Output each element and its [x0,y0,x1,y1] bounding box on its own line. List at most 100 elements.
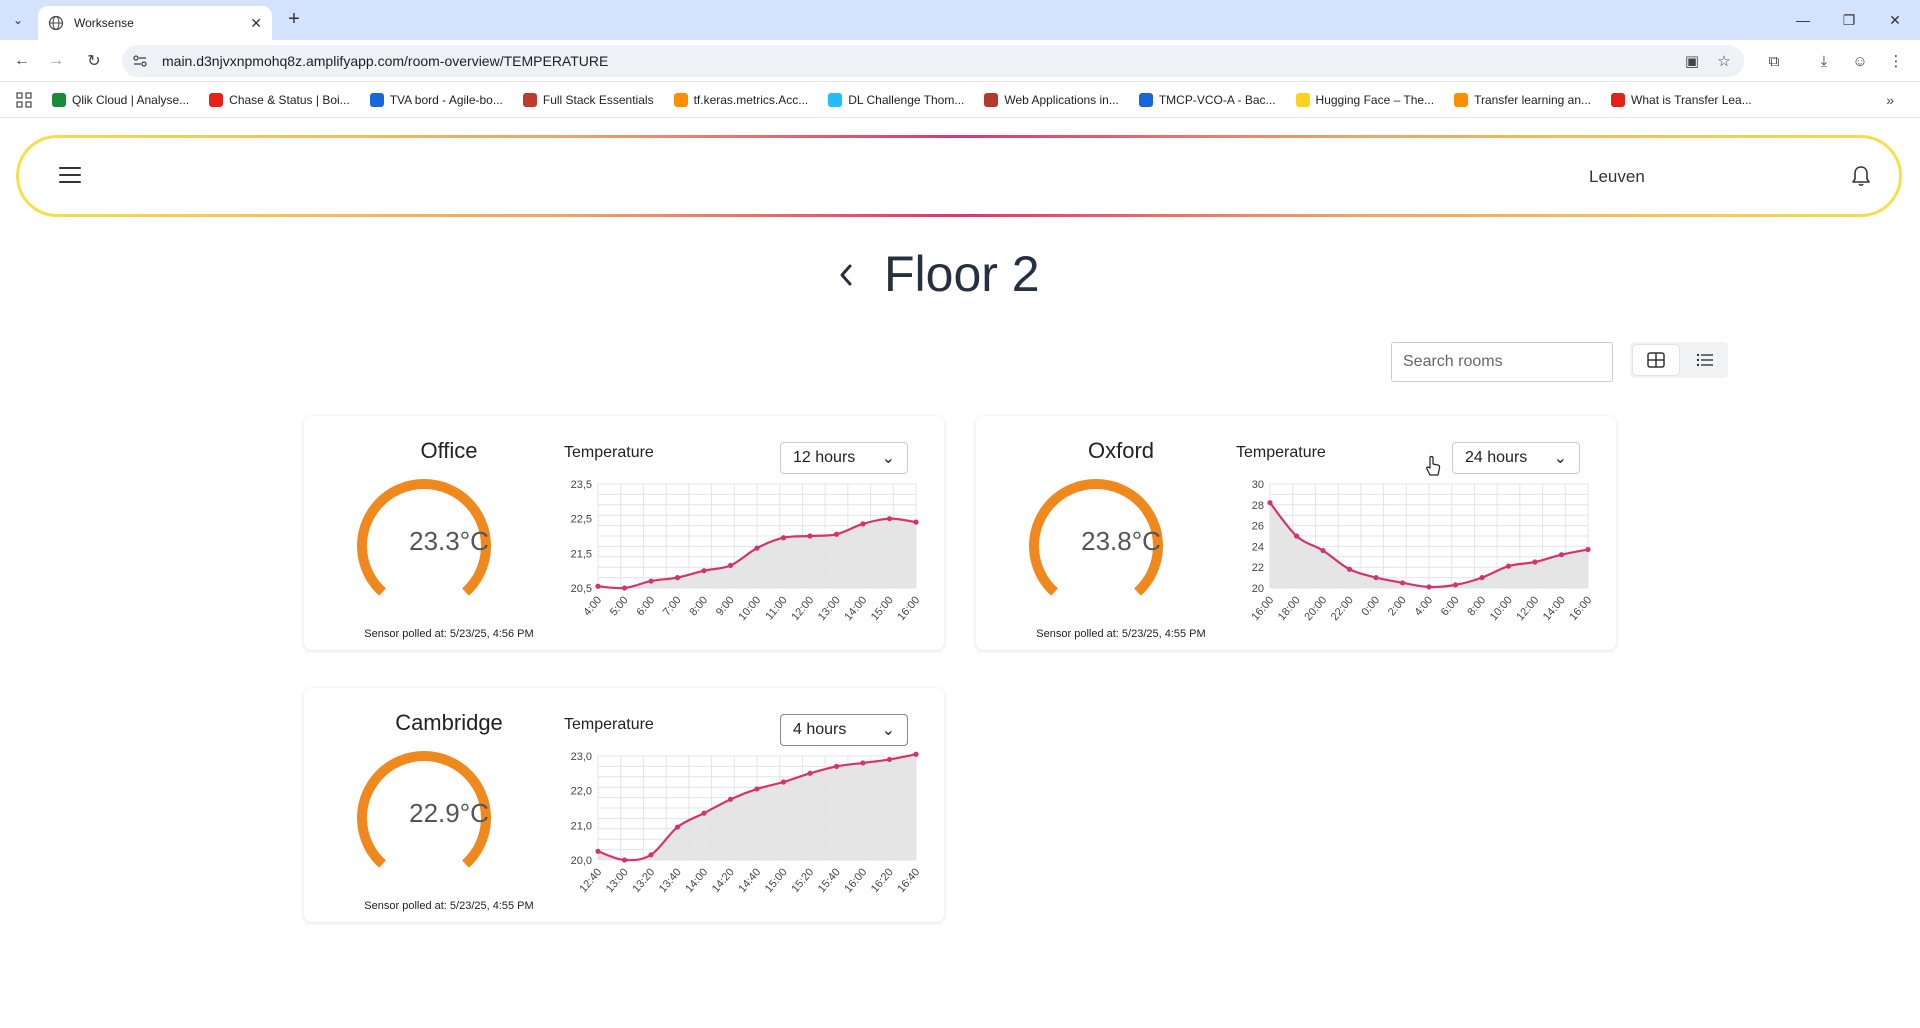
x-tick-label: 2:00 [1386,594,1409,618]
chart-label: Temperature [564,716,654,733]
data-point [886,756,893,763]
x-tick-label: 13:00 [816,594,843,623]
x-tick-label: 14:00 [683,866,710,895]
new-tab-button[interactable]: + [282,8,306,32]
data-point [674,575,681,581]
reload-icon[interactable]: ↻ [82,49,106,73]
time-range-select[interactable]: 4 hours ⌄ [780,714,908,746]
room-card-oxford[interactable]: Oxford 23.8°C Sensor polled at: 5/23/25,… [976,416,1616,650]
room-card-office[interactable]: Office 23.3°C Sensor polled at: 5/23/25,… [304,416,944,650]
room-name: Office [420,438,478,463]
bookmark-star-icon[interactable]: ☆ [1712,49,1736,73]
address-bar[interactable]: main.d3njvxnpmohq8z.amplifyapp.com/room-… [122,45,1744,77]
data-point [621,857,628,863]
back-chevron-icon[interactable] [834,258,858,292]
app-header: Leuven [16,135,1902,217]
browser-tab[interactable]: Worksense ✕ [38,6,272,40]
data-point [674,824,681,830]
bookmark-favicon-icon [369,92,384,107]
apps-grid-icon[interactable] [16,91,32,108]
back-arrow-icon[interactable]: ← [10,49,34,73]
mouse-pointer-icon [1426,455,1441,476]
bookmark-item[interactable]: Chase & Status | Boi... [209,92,350,107]
notification-bell-icon[interactable] [1851,165,1871,187]
bookmark-label: Qlik Cloud | Analyse... [72,92,190,107]
restore-button[interactable]: ❐ [1826,0,1872,40]
chevron-down-icon: ⌄ [881,450,895,467]
temperature-chart-svg: 20,0 21,0 22,0 23,0 12:40 13:00 13:20 13:40 14:0… [571,751,923,895]
tab-search-chevron-icon[interactable]: ⌄ [6,8,30,32]
x-tick-label: 18:00 [1276,594,1303,623]
bookmark-label: Chase & Status | Boi... [229,92,350,107]
minimize-button[interactable]: — [1780,0,1826,40]
time-range-value: 24 hours [1465,449,1528,466]
downloads-icon[interactable]: ⤓ [1812,49,1836,73]
bookmark-item[interactable]: Qlik Cloud | Analyse... [52,92,190,107]
x-tick-label: 12:00 [789,594,816,623]
bookmark-item[interactable]: Transfer learning an... [1454,92,1592,107]
forward-arrow-icon[interactable]: → [44,49,68,73]
site-info-icon[interactable] [132,53,148,69]
bookmark-label: Transfer learning an... [1474,92,1592,107]
temperature-chart: 20 22 24 26 28 30 16:00 18:00 20:00 22:00 0:00 2:00… [1234,479,1606,644]
y-tick-label: 21,0 [571,820,592,832]
room-name: Oxford [1087,438,1155,463]
bookmark-label: What is Transfer Lea... [1631,92,1752,107]
bookmark-item[interactable]: Full Stack Essentials [522,92,654,107]
time-range-value: 4 hours [793,721,847,738]
data-point [621,585,628,591]
bookmark-label: DL Challenge Thom... [848,92,965,107]
x-tick-label: 14:00 [1541,594,1568,623]
time-range-value: 12 hours [793,449,856,466]
tab-close-icon[interactable]: ✕ [250,15,262,32]
bookmark-item[interactable]: TMCP-VCO-A - Bac... [1138,92,1276,107]
close-window-button[interactable]: ✕ [1872,0,1918,40]
bookmark-label: Web Applications in... [1004,92,1119,107]
data-point [1346,566,1353,572]
bookmark-item[interactable]: What is Transfer Lea... [1611,92,1752,107]
hamburger-menu-icon[interactable] [59,164,81,186]
install-app-icon[interactable]: ▣ [1680,49,1704,73]
time-range-select[interactable]: 24 hours ⌄ [1452,442,1580,474]
bookmark-favicon-icon [1138,92,1153,107]
y-tick-label: 20,5 [571,583,592,595]
bookmark-item[interactable]: DL Challenge Thom... [828,92,965,107]
bookmark-label: Hugging Face – The... [1315,92,1435,107]
bookmarks-overflow-icon[interactable]: » [1886,92,1894,108]
search-rooms-input[interactable] [1391,342,1613,382]
y-tick-label: 23,0 [571,751,592,763]
y-tick-label: 20,0 [571,855,592,867]
bookmark-item[interactable]: Hugging Face – The... [1295,92,1435,107]
list-view-icon [1696,353,1713,367]
extensions-icon[interactable]: ⧉ [1762,49,1786,73]
data-point [807,770,813,776]
grid-view-button[interactable] [1632,344,1680,376]
bookmark-label: tf.keras.metrics.Acc... [693,92,809,107]
data-point [807,533,813,539]
bookmark-favicon-icon [1295,92,1310,107]
y-tick-label: 20 [1252,583,1264,595]
data-point [780,779,787,785]
location-selector[interactable]: Leuven [1589,167,1645,187]
data-point [1585,546,1591,553]
bookmark-favicon-icon [522,92,537,107]
bookmark-item[interactable]: TVA bord - Agile-bo... [369,92,503,107]
list-view-button[interactable] [1682,342,1728,378]
x-tick-label: 16:00 [1567,594,1594,623]
chevron-down-icon: ⌄ [881,722,895,739]
profile-icon[interactable]: ☺ [1848,49,1872,73]
data-point [701,810,707,816]
sensor-polled-text: Sensor polled at: 5/23/25, 4:55 PM [364,900,534,912]
data-point [1479,575,1485,581]
time-range-select[interactable]: 12 hours ⌄ [780,442,908,474]
menu-dots-icon[interactable]: ⋮ [1884,49,1908,73]
data-point [833,763,840,769]
data-point [860,521,866,527]
y-tick-label: 22,5 [571,514,592,526]
bookmark-item[interactable]: tf.keras.metrics.Acc... [673,92,809,107]
data-point [860,760,866,766]
bookmark-item[interactable]: Web Applications in... [984,92,1119,107]
data-point [701,568,707,574]
temperature-chart-svg: 20222426283016:00 18:00 20:00 22:00 0:00 2:00… [1249,479,1594,623]
room-card-cambridge[interactable]: Cambridge 22.9°C Sensor polled at: 5/23/… [304,688,944,922]
